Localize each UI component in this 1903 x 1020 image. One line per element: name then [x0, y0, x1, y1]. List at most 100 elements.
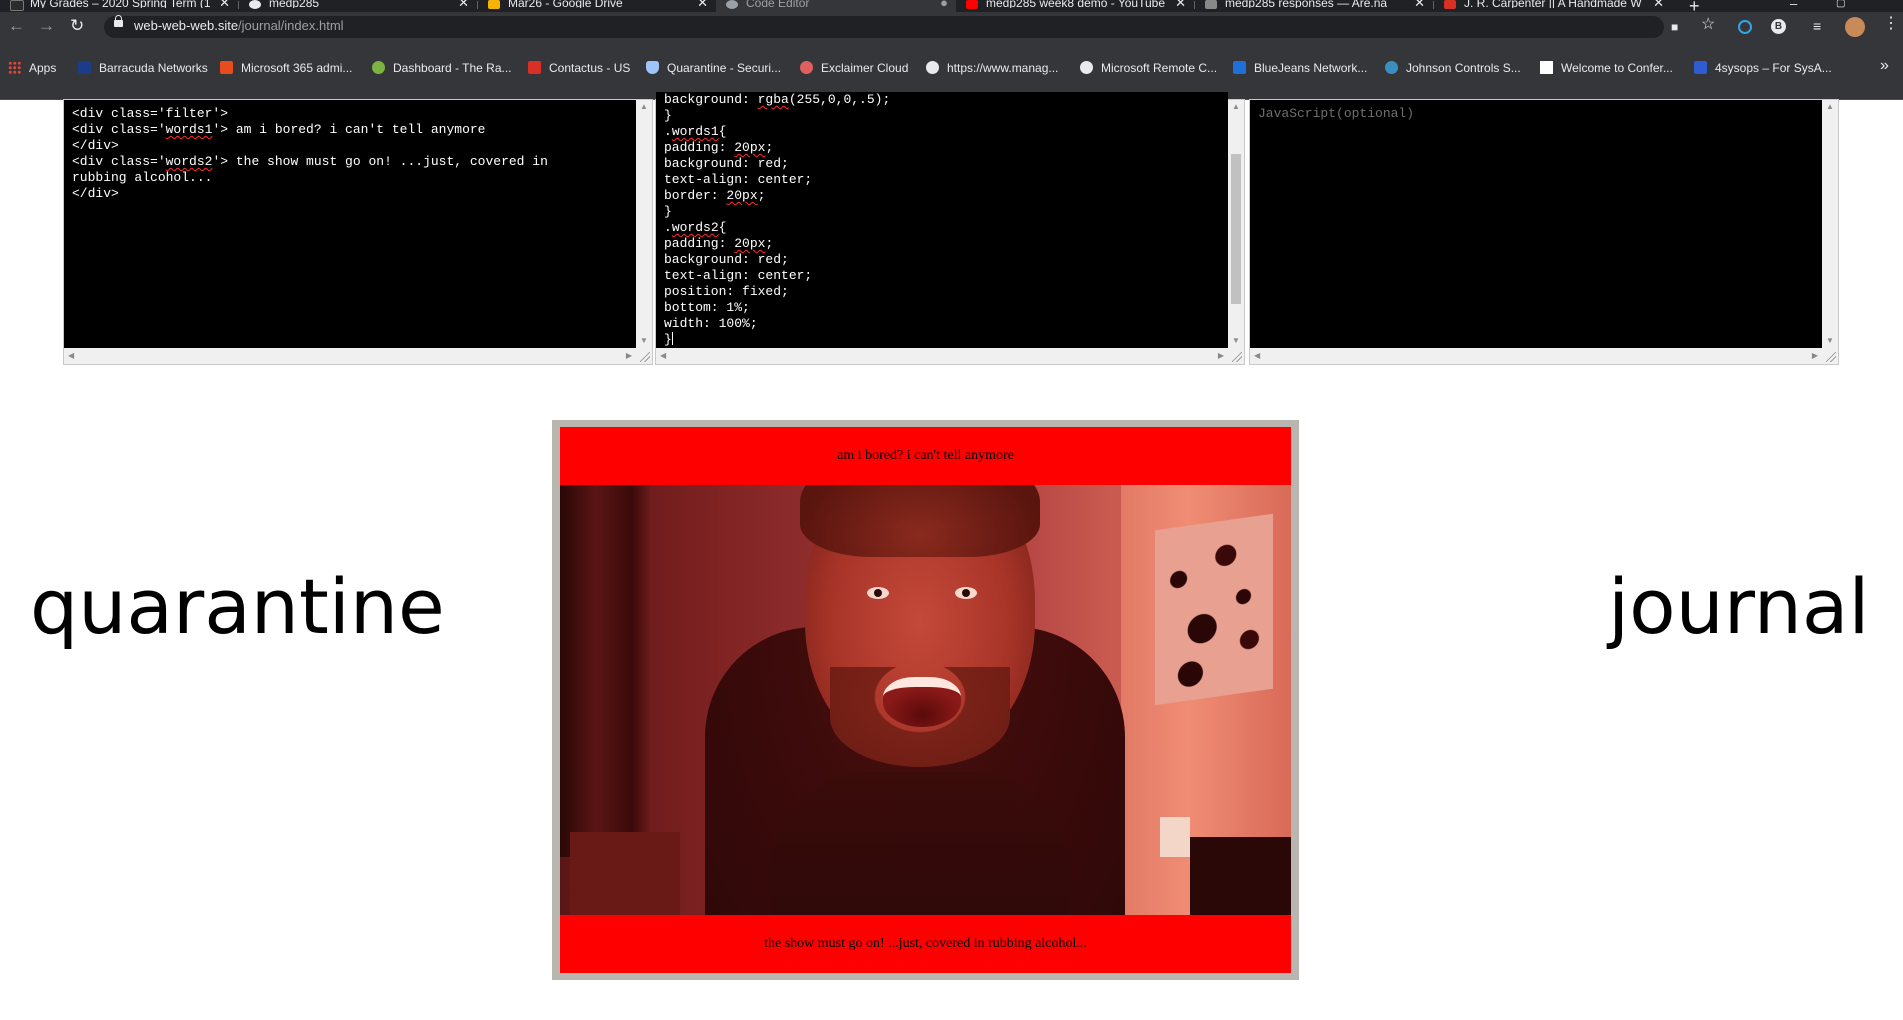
globe-icon — [926, 61, 939, 74]
bookmark-4sysops[interactable]: 4sysops – For SysA... — [1694, 61, 1832, 75]
tab-jr-carpenter[interactable]: J. R. Carpenter || A Handmade W ✕ — [1434, 0, 1672, 12]
shield-icon — [646, 61, 659, 74]
extension-circle-icon[interactable] — [1738, 20, 1752, 34]
tab-code-editor[interactable]: Code Editor ● — [716, 0, 956, 12]
maximize-icon[interactable]: ▢ — [1836, 0, 1845, 9]
person-eye — [867, 587, 889, 599]
profile-avatar[interactable] — [1845, 17, 1865, 37]
code-line: text-align: center; — [664, 172, 813, 187]
text-cursor — [671, 332, 673, 345]
css-editor[interactable]: background: rgba(255,0,0,.5); } .words1{… — [656, 92, 1228, 348]
exclaimer-icon — [800, 61, 813, 74]
scroll-left-icon[interactable]: ◀ — [68, 352, 74, 360]
bookmark-quarantine[interactable]: Quarantine - Securi... — [646, 61, 781, 75]
minimize-icon[interactable]: – — [1790, 0, 1797, 11]
close-tab-icon[interactable]: ✕ — [1653, 0, 1664, 9]
bookmark-exclaimer[interactable]: Exclaimer Cloud — [800, 61, 908, 75]
browser-toolbar: ← → ↻ web-web-web.site/journal/index.htm… — [0, 12, 1903, 42]
bookmark-label: Barracuda Networks — [99, 61, 208, 75]
person-mouth — [883, 677, 961, 727]
dashboard-icon — [372, 61, 385, 74]
close-tab-icon[interactable]: ✕ — [1175, 0, 1186, 9]
scroll-left-icon[interactable]: ◀ — [1254, 352, 1260, 360]
scroll-down-icon[interactable]: ▼ — [640, 337, 648, 345]
address-bar[interactable]: web-web-web.site/journal/index.html ■ ☆ — [104, 15, 1715, 38]
js-editor[interactable]: JavaScript(optional) — [1250, 100, 1822, 348]
arena-icon — [1205, 0, 1217, 9]
resize-corner[interactable] — [636, 348, 652, 364]
vertical-scrollbar[interactable]: ▲ ▼ — [1822, 100, 1838, 348]
scroll-right-icon[interactable]: ▶ — [1812, 352, 1818, 360]
code-line: <div class='filter'> — [72, 106, 229, 121]
scroll-right-icon[interactable]: ▶ — [626, 352, 632, 360]
bookmark-microsoft-365[interactable]: Microsoft 365 admi... — [220, 61, 352, 75]
site-icon — [1444, 0, 1456, 9]
bookmark-bluejeans[interactable]: BlueJeans Network... — [1233, 61, 1367, 75]
webcam-frame: am i bored? i can't tell anymore the sho… — [552, 420, 1299, 980]
media-queue-icon[interactable]: ≡ — [1813, 18, 1821, 34]
google-drive-icon — [488, 0, 500, 9]
tab-google-drive[interactable]: Mar26 - Google Drive ✕ — [478, 0, 716, 12]
new-tab-button[interactable]: + — [1689, 0, 1700, 12]
scroll-up-icon[interactable]: ▲ — [1232, 103, 1240, 111]
extension-b-icon[interactable]: B — [1771, 19, 1786, 34]
horizontal-scrollbar[interactable]: ◀ ▶ — [1250, 348, 1822, 364]
close-tab-icon[interactable]: ✕ — [458, 0, 469, 9]
globe-icon — [726, 0, 738, 9]
code-line: rubbing alcohol... — [72, 170, 213, 185]
scroll-up-icon[interactable]: ▲ — [640, 103, 648, 111]
scroll-up-icon[interactable]: ▲ — [1826, 103, 1834, 111]
tab-title: My Grades – 2020 Spring Term (1 — [30, 0, 210, 8]
vertical-scrollbar[interactable]: ▲ ▼ — [1228, 100, 1244, 348]
url-domain: web-web-web.site — [134, 18, 239, 33]
scrollbar-thumb[interactable] — [1231, 154, 1241, 304]
js-editor-pane: JavaScript(optional) ▲ ▼ ◀ ▶ — [1249, 99, 1839, 365]
close-tab-icon[interactable]: ✕ — [697, 0, 708, 9]
camera-icon[interactable]: ■ — [1671, 19, 1678, 35]
bookmarks-overflow-button[interactable]: » — [1880, 57, 1889, 75]
bookmark-dashboard[interactable]: Dashboard - The Ra... — [372, 61, 512, 75]
bookmark-label: Johnson Controls S... — [1406, 61, 1521, 75]
scroll-right-icon[interactable]: ▶ — [1218, 352, 1224, 360]
bookmark-microsoft-remote[interactable]: Microsoft Remote C... — [1080, 61, 1217, 75]
bookmark-label: Welcome to Confer... — [1561, 61, 1673, 75]
lamp — [1160, 817, 1190, 857]
reload-icon[interactable]: ↻ — [70, 16, 84, 36]
html-editor[interactable]: <div class='filter'> <div class='words1'… — [64, 100, 636, 348]
back-icon[interactable]: ← — [8, 16, 25, 36]
tab-medp285[interactable]: medp285 ✕ — [239, 0, 477, 12]
bookmark-barracuda[interactable]: Barracuda Networks — [78, 61, 208, 75]
tab-youtube[interactable]: medp285 week8 demo - YouTube ✕ — [956, 0, 1194, 12]
code-line: bottom: 1%; — [664, 300, 750, 315]
horizontal-scrollbar[interactable]: ◀ ▶ — [656, 348, 1228, 364]
globe-icon — [1080, 61, 1093, 74]
resize-corner[interactable] — [1228, 348, 1244, 364]
code-line: .words2{ — [664, 220, 727, 235]
menu-kebab-icon[interactable]: ⋮ — [1883, 16, 1899, 32]
scroll-down-icon[interactable]: ▼ — [1826, 337, 1834, 345]
bookmark-manag[interactable]: https://www.manag... — [926, 61, 1058, 75]
wall-painting — [1155, 513, 1273, 706]
tab-arena[interactable]: medp285 responses — Are.na ✕ — [1195, 0, 1433, 12]
code-line: padding: 20px; — [664, 140, 774, 155]
bookmark-welcome-confer[interactable]: Welcome to Confer... — [1540, 61, 1673, 75]
bookmark-johnson-controls[interactable]: Johnson Controls S... — [1385, 61, 1521, 75]
tab-title: J. R. Carpenter || A Handmade W — [1464, 0, 1642, 8]
tab-my-grades[interactable]: My Grades – 2020 Spring Term (1 ✕ — [0, 0, 238, 12]
bookmark-apps[interactable]: Apps — [8, 61, 56, 75]
close-tab-icon[interactable]: ✕ — [1414, 0, 1425, 9]
bookmark-label: Microsoft Remote C... — [1101, 61, 1218, 75]
vertical-scrollbar[interactable]: ▲ ▼ — [636, 100, 652, 348]
horizontal-scrollbar[interactable]: ◀ ▶ — [64, 348, 636, 364]
bottom-caption-banner: the show must go on! ...just, covered in… — [560, 915, 1291, 973]
lock-icon — [114, 15, 123, 27]
scroll-left-icon[interactable]: ◀ — [660, 352, 666, 360]
bookmark-star-icon[interactable]: ☆ — [1701, 17, 1715, 33]
scroll-down-icon[interactable]: ▼ — [1232, 337, 1240, 345]
close-tab-icon[interactable]: ✕ — [219, 0, 230, 9]
office-icon — [220, 61, 233, 74]
resize-corner[interactable] — [1822, 348, 1838, 364]
forward-icon[interactable]: → — [38, 16, 55, 36]
bookmark-contactus[interactable]: Contactus - US — [528, 61, 630, 75]
tab-recording-icon[interactable]: ● — [940, 0, 948, 9]
